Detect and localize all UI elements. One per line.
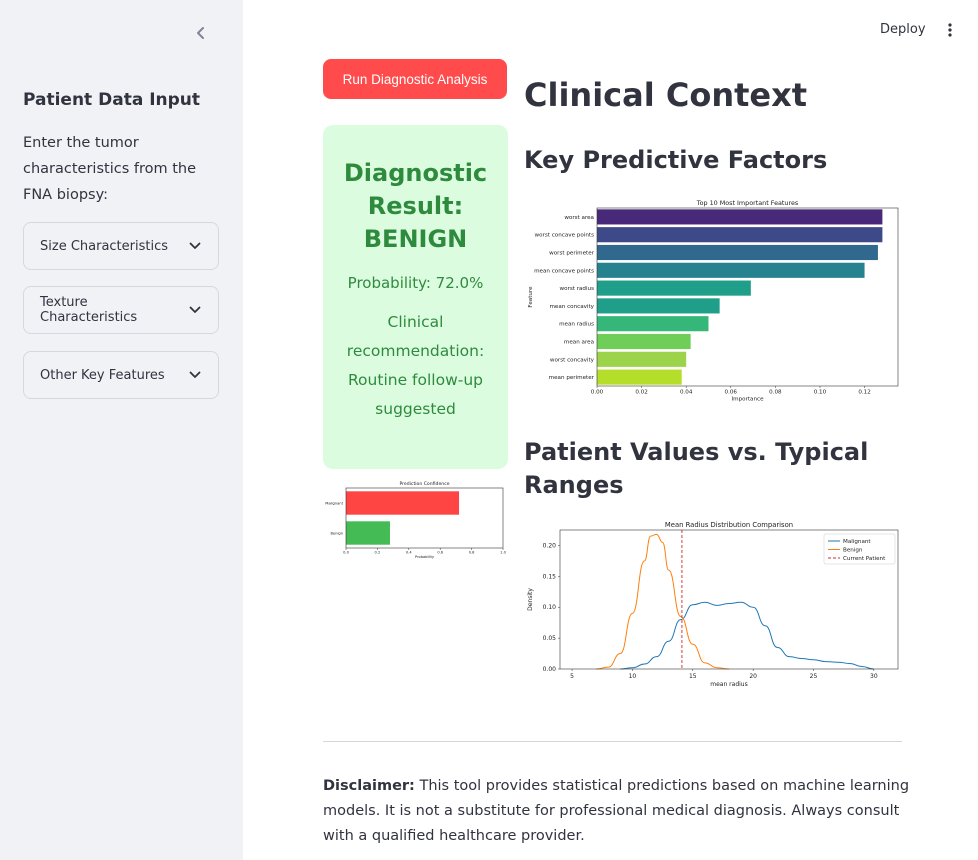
section-heading-factors: Key Predictive Factors: [524, 146, 828, 174]
x-tick-label: 0.04: [680, 390, 693, 396]
expander-texture-characteristics[interactable]: Texture Characteristics: [23, 286, 219, 334]
probability-text: Probability: 72.0%: [347, 274, 484, 292]
category-label: worst perimeter: [549, 250, 595, 256]
category-label: mean concave points: [534, 268, 594, 274]
x-tick-label: 0.12: [858, 390, 870, 396]
diagnostic-result-title: Diagnostic Result: BENIGN: [343, 159, 488, 253]
diagnostic-result-card: Diagnostic Result: BENIGN Probability: 7…: [323, 125, 508, 469]
sidebar-title: Patient Data Input: [23, 90, 201, 110]
x-tick-label: 15: [689, 673, 697, 680]
bar: [597, 316, 709, 332]
x-axis-label: mean radius: [710, 681, 747, 688]
y-tick-label: 0.05: [543, 635, 557, 642]
bar: [346, 521, 390, 545]
x-tick-label: 25: [810, 673, 818, 680]
category-label: Benign: [330, 531, 343, 535]
clinical-recommendation: Clinical recommendation: Routine follow-…: [346, 313, 485, 418]
run-diagnostic-button[interactable]: Run Diagnostic Analysis: [323, 59, 507, 99]
expander-size-characteristics[interactable]: Size Characteristics: [23, 222, 219, 270]
legend-label: Benign: [843, 548, 863, 554]
y-tick-label: 0.10: [543, 604, 557, 611]
legend-label: Current Patient: [843, 556, 886, 562]
x-axis-label: Importance: [731, 396, 764, 402]
x-tick-label: 10: [629, 673, 637, 680]
expander-label: Size Characteristics: [40, 238, 169, 254]
x-tick-label: 0.02: [635, 390, 647, 396]
category-label: worst concavity: [550, 357, 595, 363]
x-tick-label: 0.8: [469, 551, 475, 555]
x-tick-label: 0.6: [437, 551, 443, 555]
x-tick-label: 5: [570, 673, 574, 680]
x-tick-label: 30: [870, 673, 878, 680]
sidebar: Patient Data Input Enter the tumor chara…: [0, 0, 243, 860]
y-tick-label: 0.00: [543, 666, 557, 673]
feature-importance-chart: Top 10 Most Important Features worst area…: [528, 199, 899, 402]
chart-title: Prediction Confidence: [399, 481, 449, 487]
bar: [597, 351, 687, 367]
category-label: Malignant: [325, 501, 343, 505]
deploy-button[interactable]: Deploy: [872, 18, 934, 41]
radius-distribution-chart: Mean Radius Distribution Comparison 5 10 15…: [527, 521, 899, 688]
app-root: Patient Data Input Enter the tumor chara…: [0, 0, 978, 860]
chart-title: Top 10 Most Important Features: [696, 199, 799, 207]
chevron-down-icon: [188, 368, 202, 382]
bar: [597, 209, 883, 225]
x-tick-label: 0.0: [343, 551, 349, 555]
legend-label: Malignant: [843, 539, 871, 545]
y-tick-label: 0.20: [543, 542, 557, 549]
x-tick-label: 0.10: [814, 390, 827, 396]
section-heading-ranges: Patient Values vs. Typical Ranges: [524, 438, 869, 499]
expander-label: Other Key Features: [40, 367, 165, 383]
chevron-down-icon: [188, 303, 202, 317]
x-tick-label: 0.06: [725, 390, 738, 396]
bar: [597, 244, 878, 261]
chart-title: Mean Radius Distribution Comparison: [665, 521, 793, 529]
chevron-left-icon: [197, 27, 204, 39]
disclaimer: Disclaimer: This tool provides statistic…: [323, 774, 913, 849]
bar: [597, 227, 883, 243]
expander-other-key-features[interactable]: Other Key Features: [23, 351, 219, 399]
category-label: worst concave points: [535, 233, 595, 239]
x-tick-label: 1.0: [500, 551, 506, 555]
x-tick-label: 20: [749, 673, 757, 680]
sidebar-description: Enter the tumor characteristics from the…: [23, 135, 197, 203]
category-label: mean area: [564, 339, 594, 345]
y-axis-label: Feature: [528, 286, 534, 308]
bar: [597, 280, 751, 296]
collapse-sidebar-button[interactable]: [191, 22, 211, 44]
x-tick-label: 0.2: [375, 551, 381, 555]
prediction-confidence-chart: Prediction Confidence Malignant Benign 0.0 0…: [325, 481, 506, 559]
bar: [597, 369, 682, 385]
x-axis-label: Probability: [415, 555, 435, 559]
category-label: mean radius: [559, 322, 594, 328]
expander-label: Texture Characteristics: [40, 295, 138, 325]
divider: [323, 741, 902, 742]
more-vertical-icon: [948, 23, 952, 37]
x-tick-label: 0.00: [591, 390, 604, 396]
category-label: worst area: [564, 215, 594, 221]
chevron-down-icon: [188, 239, 202, 253]
y-tick-label: 0.15: [543, 573, 557, 580]
bar: [346, 491, 460, 515]
x-tick-label: 0.08: [769, 390, 782, 396]
category-label: mean perimeter: [549, 375, 595, 381]
category-label: worst radius: [560, 286, 595, 292]
disclaimer-label: Disclaimer:: [323, 778, 415, 794]
page-heading: Clinical Context: [524, 76, 808, 114]
x-tick-label: 0.4: [406, 551, 412, 555]
bar: [597, 262, 865, 278]
bar: [597, 298, 720, 314]
y-axis-label: Density: [527, 588, 534, 611]
main-menu-button[interactable]: [940, 18, 960, 42]
series-line-malignant: [620, 601, 874, 670]
bar: [597, 333, 691, 350]
category-label: mean concavity: [549, 304, 594, 310]
